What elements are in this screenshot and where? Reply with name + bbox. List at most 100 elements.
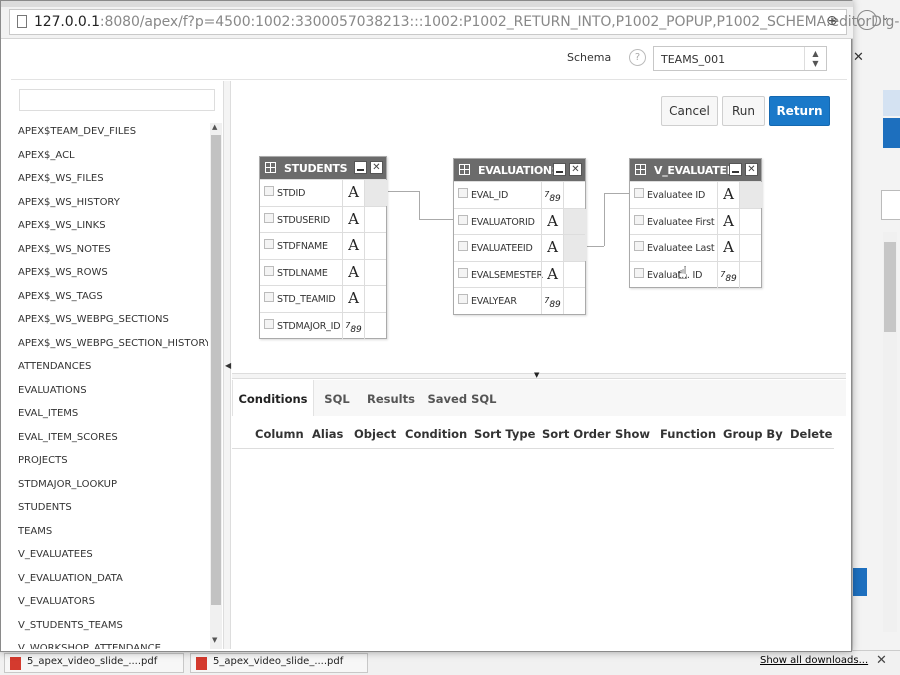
vertical-splitter[interactable]: ◀ <box>224 81 231 649</box>
column-checkbox[interactable] <box>458 267 468 278</box>
grid-column-header[interactable]: Column <box>255 427 304 441</box>
table-list-item[interactable]: V_WORKSHOP_ATTENDANCE <box>18 637 208 649</box>
close-icon[interactable]: ✕ <box>569 163 582 176</box>
grid-column-header[interactable]: Group By <box>723 427 783 441</box>
column-checkbox[interactable] <box>634 267 644 278</box>
diagram-table[interactable]: STUDENTS ✕ STDID A STDUSERID A STDFNAME A STDLNA… <box>259 156 388 339</box>
diagram-column-row[interactable]: Evaluatee Last A <box>630 234 761 261</box>
table-list-item[interactable]: APEX$TEAM_DEV_FILES <box>18 120 208 144</box>
diagram-column-row[interactable]: EVALUATEEID A <box>454 234 587 261</box>
table-list-item[interactable]: V_EVALUATORS <box>18 590 208 614</box>
background-button[interactable] <box>883 118 900 148</box>
column-checkbox[interactable] <box>634 241 644 251</box>
diagram-column-row[interactable]: Evaluatee ID A <box>630 181 763 208</box>
table-list-item[interactable]: APEX$_WS_NOTES <box>18 238 208 262</box>
background-scrollbar[interactable] <box>883 232 897 632</box>
column-checkbox[interactable] <box>458 214 468 225</box>
background-field[interactable] <box>881 190 900 220</box>
diagram-column-row[interactable]: STDMAJOR_ID 789 <box>260 311 388 339</box>
column-link-cell[interactable] <box>364 233 388 259</box>
column-checkbox[interactable] <box>264 318 274 329</box>
column-checkbox[interactable] <box>634 188 644 198</box>
diagram-table[interactable]: EVALUATIONS ✕ EVAL_ID 789 EVALUATORID A EVALUA… <box>453 158 587 315</box>
url-field[interactable]: 127.0.0.1:8080/apex/f?p=4500:1002:330005… <box>9 9 900 35</box>
grid-column-header[interactable]: Delete <box>790 427 832 441</box>
column-checkbox[interactable] <box>264 212 274 223</box>
column-checkbox[interactable] <box>634 214 644 225</box>
table-filter-input[interactable] <box>19 89 215 111</box>
collapse-down-icon[interactable]: ▼ <box>534 371 539 379</box>
diagram-column-row[interactable]: Evaluat... ID 789 <box>630 260 761 288</box>
show-all-downloads-link[interactable]: Show all downloads... <box>760 655 868 666</box>
column-link-cell[interactable] <box>364 259 388 286</box>
table-list-item[interactable]: APEX$_WS_WEBPG_SECTION_HISTORY <box>18 332 208 356</box>
run-button[interactable]: Run <box>722 96 765 126</box>
zoom-icon[interactable]: ⊕ <box>826 13 838 29</box>
close-icon[interactable]: ✕ <box>370 161 383 174</box>
table-list-item[interactable]: APEX$_WS_FILES <box>18 167 208 191</box>
grid-column-header[interactable]: Sort Type <box>474 427 535 441</box>
column-link-cell[interactable] <box>364 206 388 233</box>
schema-select[interactable]: TEAMS_001 ▲ ▼ <box>653 46 827 71</box>
scroll-down-icon[interactable]: ▼ <box>212 636 217 644</box>
table-list-item[interactable]: V_EVALUATION_DATA <box>18 567 208 591</box>
help-icon[interactable]: ? <box>629 49 646 66</box>
table-list-item[interactable]: APEX$_ACL <box>18 144 208 168</box>
diagram-column-row[interactable]: STDLNAME A <box>260 258 388 286</box>
minimize-icon[interactable] <box>553 163 566 176</box>
table-list-item[interactable]: APEX$_WS_LINKS <box>18 214 208 238</box>
diagram-column-row[interactable]: EVAL_ID 789 <box>454 181 585 208</box>
tab-saved-sql[interactable]: Saved SQL <box>422 380 502 416</box>
column-link-cell[interactable] <box>739 235 763 261</box>
column-link-cell[interactable] <box>563 208 587 235</box>
column-checkbox[interactable] <box>264 265 274 276</box>
diagram-column-row[interactable]: STD_TEAMID A <box>260 285 386 312</box>
column-link-cell[interactable] <box>364 286 388 312</box>
diagram-column-row[interactable]: STDFNAME A <box>260 232 386 259</box>
collapse-left-icon[interactable]: ◀ <box>225 361 231 370</box>
diagram-column-row[interactable]: STDID A <box>260 179 388 206</box>
background-button[interactable] <box>853 568 867 596</box>
table-list-scrollbar[interactable]: ▲ ▼ <box>210 123 222 649</box>
grid-column-header[interactable]: Alias <box>312 427 343 441</box>
close-icon[interactable]: ✕ <box>745 163 758 176</box>
download-item[interactable]: 5_apex_video_slide_....pdf <box>4 653 184 673</box>
column-link-cell[interactable] <box>364 180 388 206</box>
table-list-item[interactable]: V_STUDENTS_TEAMS <box>18 614 208 638</box>
table-list-item[interactable]: APEX$_WS_WEBPG_SECTIONS <box>18 308 208 332</box>
diagram-column-row[interactable]: EVALYEAR 789 <box>454 287 585 314</box>
download-item[interactable]: 5_apex_video_slide_....pdf <box>190 653 368 673</box>
column-link-cell[interactable] <box>563 235 587 261</box>
return-button[interactable]: Return <box>769 96 830 126</box>
tab-sql[interactable]: SQL <box>314 380 360 416</box>
grid-column-header[interactable]: Condition <box>405 427 467 441</box>
background-close-icon[interactable]: ✕ <box>853 50 864 65</box>
scrollbar-thumb[interactable] <box>884 242 896 332</box>
minimize-icon[interactable] <box>729 163 742 176</box>
tab-conditions[interactable]: Conditions <box>232 380 314 416</box>
column-link-cell[interactable] <box>739 182 763 208</box>
diagram-column-row[interactable]: STDUSERID A <box>260 205 388 233</box>
column-link-cell[interactable] <box>364 312 388 339</box>
conditions-grid-body[interactable] <box>232 449 846 649</box>
column-checkbox[interactable] <box>458 294 468 304</box>
column-checkbox[interactable] <box>458 188 468 198</box>
table-list-item[interactable]: APEX$_WS_ROWS <box>18 261 208 285</box>
close-downloads-icon[interactable]: ✕ <box>876 653 887 668</box>
diagram-table[interactable]: V_EVALUATEES ✕ Evaluatee ID A Evaluatee Firs… <box>629 158 763 288</box>
table-list-item[interactable]: APEX$_WS_HISTORY <box>18 191 208 215</box>
column-checkbox[interactable] <box>458 241 468 251</box>
scroll-up-icon[interactable]: ▲ <box>212 123 217 131</box>
table-list-item[interactable]: V_EVALUATEES <box>18 543 208 567</box>
grid-column-header[interactable]: Function <box>660 427 716 441</box>
diagram-column-row[interactable]: EVALSEMESTER A <box>454 260 585 288</box>
horizontal-splitter[interactable]: ▼ <box>232 371 846 379</box>
cancel-button[interactable]: Cancel <box>661 96 718 126</box>
column-checkbox[interactable] <box>264 292 274 302</box>
scrollbar-thumb[interactable] <box>211 135 221 605</box>
column-checkbox[interactable] <box>264 186 274 196</box>
tab-results[interactable]: Results <box>360 380 422 416</box>
column-link-cell[interactable] <box>563 182 587 208</box>
table-list-item[interactable]: EVALUATIONS <box>18 379 208 403</box>
table-list-item[interactable]: TEAMS <box>18 520 208 544</box>
